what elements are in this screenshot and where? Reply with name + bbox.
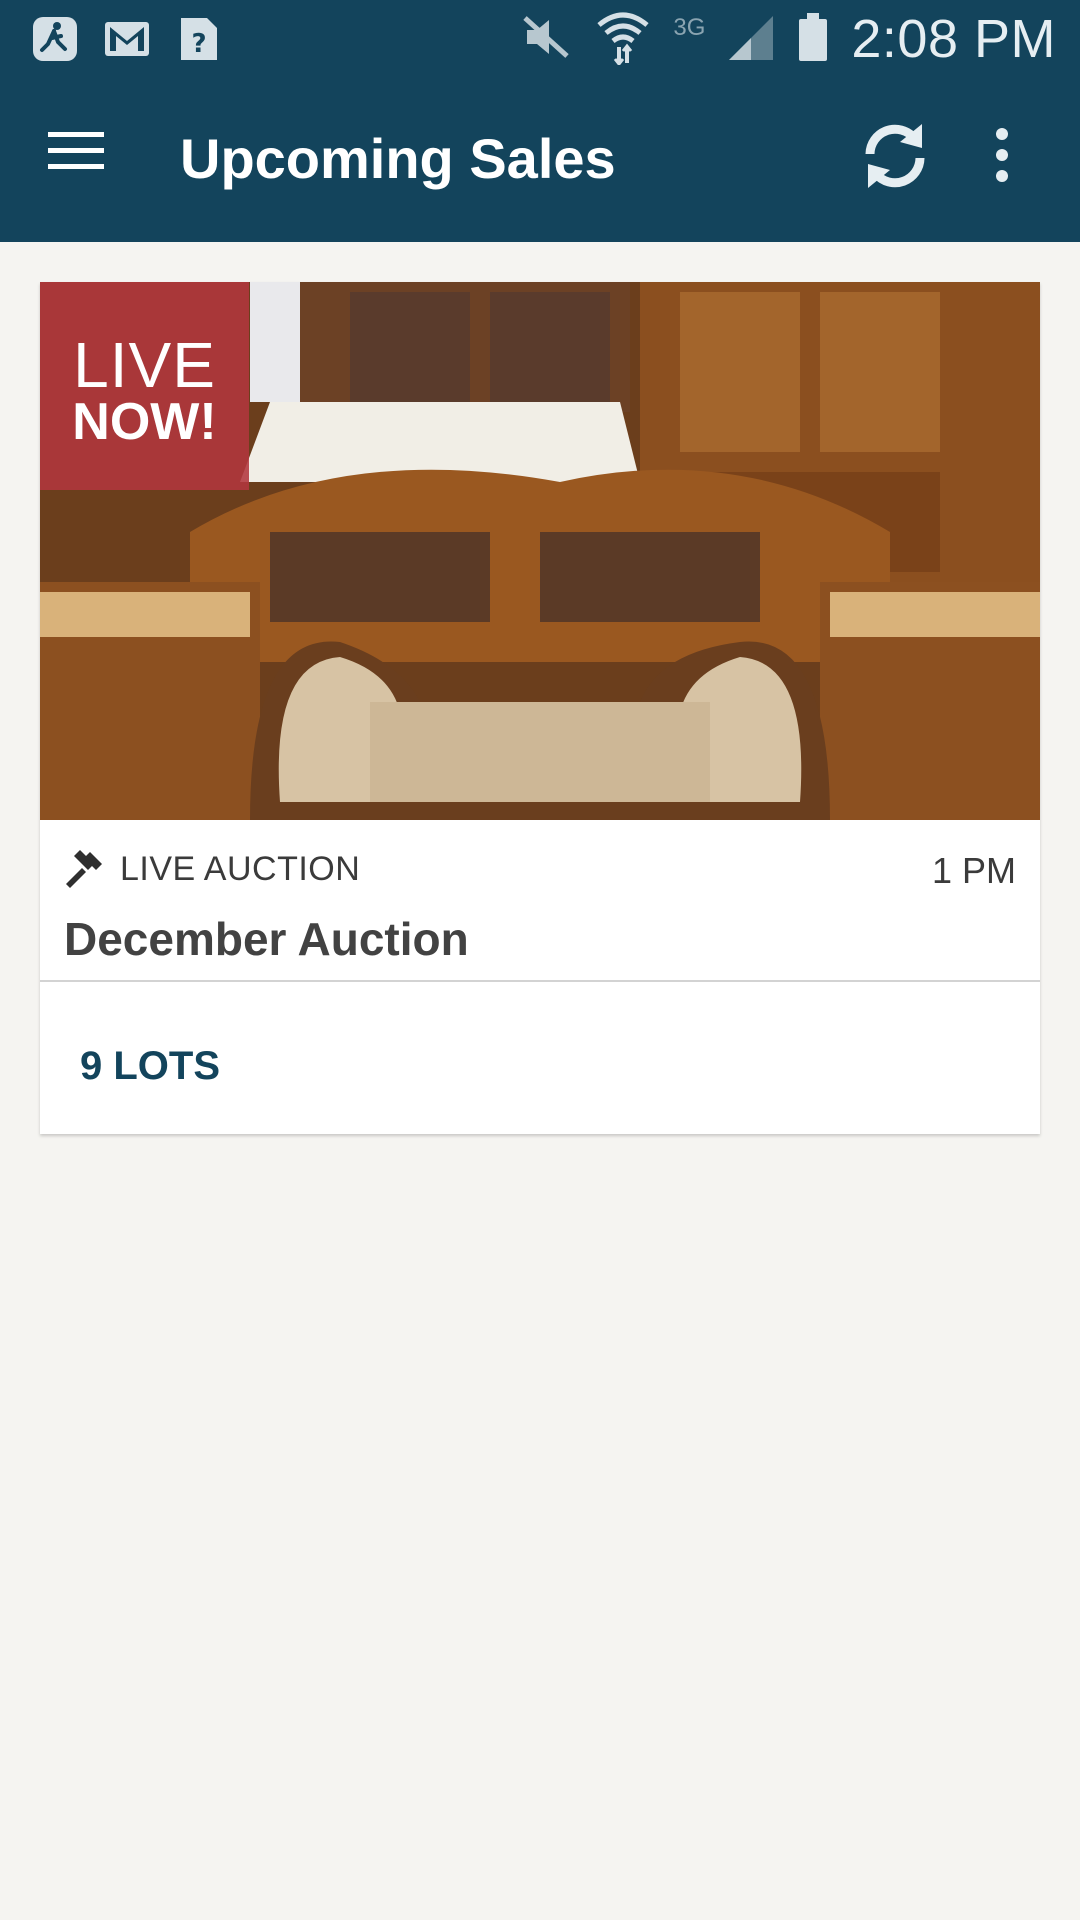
- badge-line-1: LIVE: [73, 329, 216, 401]
- auction-type-label: LIVE AUCTION: [120, 850, 361, 888]
- lots-button[interactable]: 9 LOTS: [80, 1044, 220, 1089]
- wifi-icon: [595, 9, 651, 70]
- gavel-icon: [64, 848, 106, 890]
- gmail-icon: [102, 14, 152, 64]
- clock: 2:08 PM: [851, 9, 1056, 69]
- auction-time: 1 PM: [931, 850, 1016, 891]
- system-indicators: 3G 2:08 PM: [521, 8, 1056, 70]
- live-now-badge: LIVE NOW!: [40, 282, 249, 490]
- mute-icon: [521, 12, 573, 67]
- notification-icons: ?: [30, 14, 224, 64]
- hamburger-menu-icon: [48, 132, 104, 169]
- refresh-button[interactable]: [860, 120, 940, 200]
- app-bar: Upcoming Sales: [0, 78, 1080, 242]
- status-bar: ? 3G 2:08 PM: [0, 0, 1080, 78]
- sale-details: LIVE AUCTION 1 PM December Auction: [40, 820, 1040, 982]
- battery-icon: [797, 11, 829, 68]
- more-vert-icon: [996, 128, 1008, 182]
- card-footer: 9 LOTS: [40, 982, 1040, 1134]
- sale-card[interactable]: LIVE NOW! LIVE AUCTION 1 PM December Auc…: [40, 282, 1040, 1134]
- auction-title: December Auction: [64, 913, 469, 965]
- svg-text:?: ?: [191, 29, 206, 59]
- cellular-signal-icon: [727, 12, 775, 67]
- menu-button[interactable]: [48, 128, 120, 192]
- sale-image[interactable]: LIVE NOW!: [40, 282, 1040, 820]
- unknown-file-icon: ?: [174, 14, 224, 64]
- badge-line-2: NOW!: [72, 393, 217, 451]
- fitness-app-icon: [30, 14, 80, 64]
- refresh-icon: [865, 124, 925, 188]
- more-options-button[interactable]: [982, 120, 1032, 200]
- network-type-label: 3G: [673, 14, 706, 41]
- page-title: Upcoming Sales: [180, 127, 616, 190]
